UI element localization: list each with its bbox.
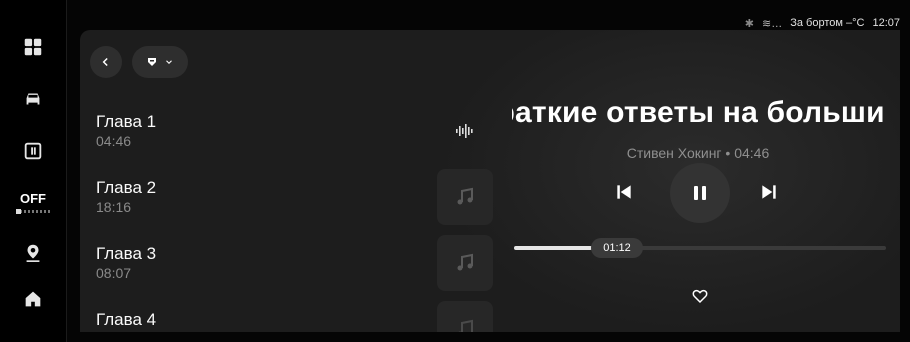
- favorite-button[interactable]: [686, 282, 714, 310]
- track-title: Краткие ответы на большие вопросы: [512, 96, 884, 129]
- skip-next-icon: [762, 185, 776, 199]
- music-note-icon: [457, 253, 473, 271]
- chapter-item-2[interactable]: Глава 2 18:16: [96, 178, 376, 216]
- chapter-tile-4[interactable]: [437, 301, 493, 332]
- chapter-item-4[interactable]: Глава 4: [96, 310, 376, 330]
- apps-grid-icon[interactable]: [0, 30, 66, 64]
- audiobook-panel: Глава 1 04:46 Глава 2 18:16 Глава 3 08:0…: [80, 30, 900, 332]
- chapter-title: Глава 3: [96, 244, 157, 263]
- background-glow: [440, 30, 900, 332]
- music-note-icon: [457, 187, 473, 205]
- car-icon[interactable]: [0, 82, 66, 116]
- pause-icon: [694, 186, 706, 200]
- chapter-title: Глава 1: [96, 112, 157, 131]
- climate-off-toggle[interactable]: OFF: [0, 182, 66, 222]
- music-note-icon: [458, 319, 473, 332]
- calendar-icon[interactable]: [0, 134, 66, 168]
- chapter-item-1[interactable]: Глава 1 04:46: [96, 112, 376, 150]
- next-button[interactable]: [752, 175, 786, 209]
- outside-temperature: За бортом –°C: [790, 17, 865, 29]
- equalizer-icon: [456, 124, 473, 138]
- chevron-down-icon: [166, 60, 172, 65]
- chapter-title: Глава 4: [96, 310, 157, 329]
- progress-fill: [514, 246, 593, 250]
- chapter-item-3[interactable]: Глава 3 08:07: [96, 244, 376, 282]
- track-subtitle: Стивен Хокинг • 04:46: [626, 145, 770, 161]
- source-selector-icon: [148, 58, 156, 66]
- chapter-duration: 18:16: [96, 199, 132, 215]
- bluetooth-icon: ✱: [744, 17, 755, 30]
- chapter-tile-3[interactable]: [437, 235, 493, 291]
- clock: 12:07: [872, 17, 900, 29]
- chapter-tile-2[interactable]: [437, 169, 493, 225]
- heart-icon: [692, 289, 708, 304]
- chevron-left-icon: [102, 57, 108, 67]
- play-pause-button[interactable]: [670, 163, 730, 223]
- previous-button[interactable]: [607, 175, 641, 209]
- chapter-title: Глава 2: [96, 178, 157, 197]
- progress-slider[interactable]: [514, 246, 886, 250]
- current-time-label: 01:12: [591, 238, 643, 258]
- track-title-marquee: Краткие ответы на большие вопросы: [512, 96, 884, 140]
- now-playing-tile[interactable]: [437, 103, 493, 159]
- left-sidebar: OFF: [0, 0, 67, 342]
- location-pin-icon[interactable]: [0, 236, 66, 270]
- wifi-icon: ≋…: [762, 17, 783, 30]
- skip-previous-icon: [617, 185, 631, 199]
- source-selector-button[interactable]: [132, 46, 188, 78]
- home-icon[interactable]: [0, 282, 66, 316]
- chapter-duration: 04:46: [96, 133, 132, 149]
- climate-off-label: OFF: [20, 191, 46, 206]
- chapter-duration: 08:07: [96, 265, 132, 281]
- back-button[interactable]: [90, 46, 122, 78]
- fan-level-indicator: [16, 209, 50, 214]
